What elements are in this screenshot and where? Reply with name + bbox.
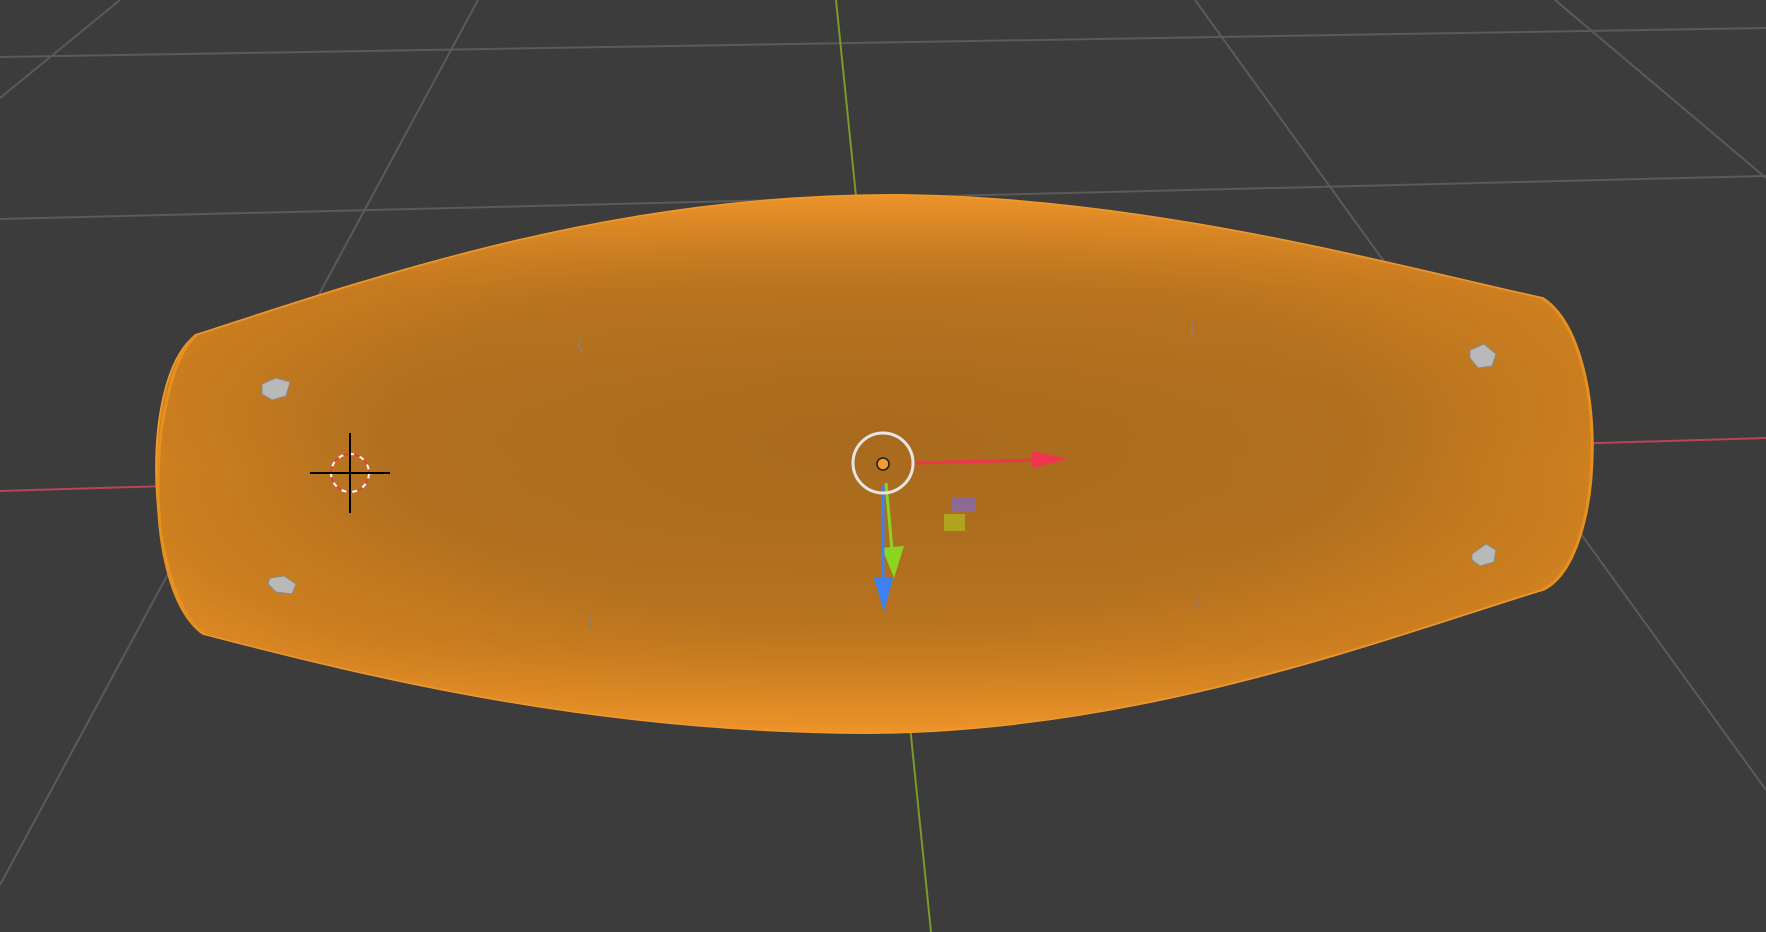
plane-handle-purple[interactable] [952, 497, 975, 511]
viewport-canvas[interactable] [0, 0, 1766, 932]
object-origin-icon [876, 457, 890, 471]
3d-viewport[interactable] [0, 0, 1766, 932]
barrel-object[interactable] [155, 193, 1594, 735]
plane-handle-yellow[interactable] [944, 514, 965, 531]
